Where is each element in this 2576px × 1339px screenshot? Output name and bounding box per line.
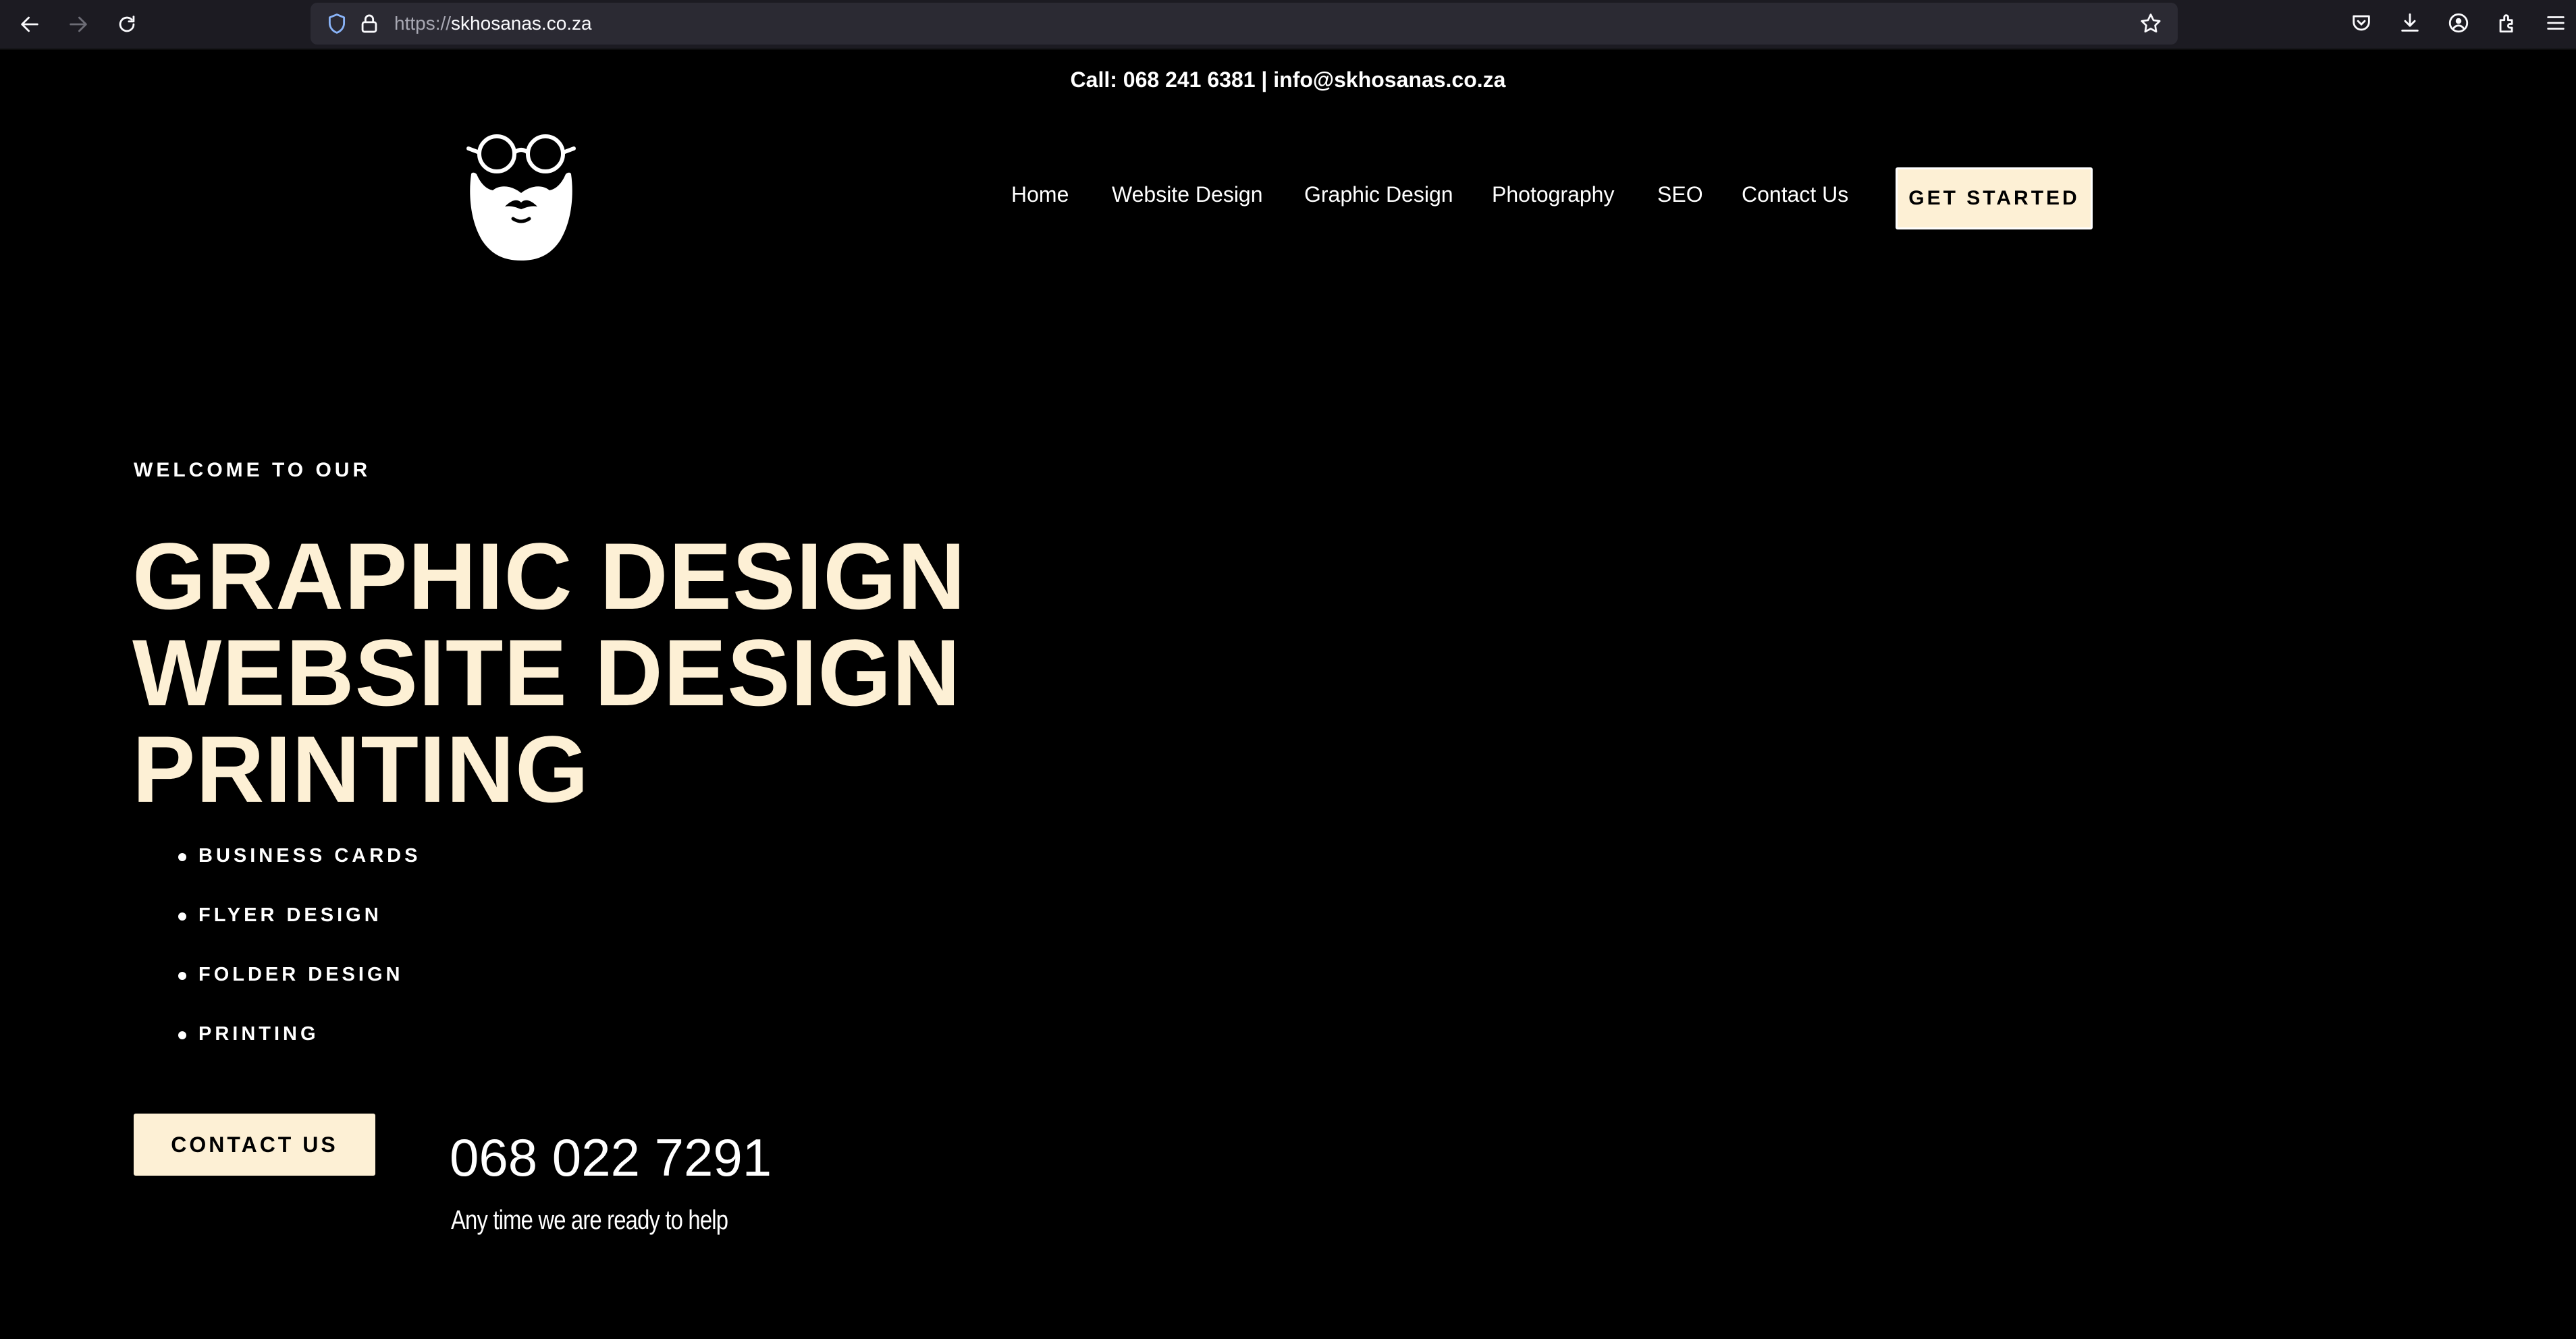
pocket-button[interactable] bbox=[2348, 9, 2375, 36]
bullet-icon bbox=[178, 853, 186, 861]
url-host: skhosanas.co.za bbox=[451, 13, 592, 34]
services-list: BUSINESS CARDS FLYER DESIGN FOLDER DESIG… bbox=[178, 845, 421, 1083]
reload-icon bbox=[119, 16, 135, 32]
contact-us-button[interactable]: CONTACT US bbox=[134, 1114, 375, 1176]
hero-phone-number[interactable]: 068 022 7291 bbox=[450, 1127, 772, 1188]
service-label: PRINTING bbox=[198, 1023, 319, 1045]
bearded-man-glasses-logo[interactable] bbox=[466, 132, 576, 261]
downloads-button[interactable] bbox=[2396, 9, 2423, 36]
menu-icon bbox=[2547, 16, 2565, 30]
nav-seo[interactable]: SEO bbox=[1657, 182, 1703, 207]
hero-eyebrow: WELCOME TO OUR bbox=[134, 459, 371, 481]
header-contact-line: Call: 068 241 6381 | info@skhosanas.co.z… bbox=[1070, 67, 1506, 92]
nav-photography[interactable]: Photography bbox=[1492, 182, 1614, 207]
account-button[interactable] bbox=[2445, 9, 2472, 36]
nav-graphic-design[interactable]: Graphic Design bbox=[1304, 182, 1453, 207]
forward-button[interactable] bbox=[61, 7, 96, 42]
shield-icon[interactable] bbox=[325, 12, 348, 35]
hero-phone-caption: Any time we are ready to help bbox=[451, 1205, 728, 1235]
list-item: BUSINESS CARDS bbox=[178, 845, 421, 904]
pocket-icon bbox=[2353, 15, 2370, 31]
service-label: FLYER DESIGN bbox=[198, 904, 382, 926]
lock-icon[interactable] bbox=[358, 12, 381, 35]
download-icon bbox=[2401, 13, 2419, 32]
account-icon bbox=[2448, 13, 2469, 33]
extensions-icon bbox=[2499, 14, 2513, 33]
extensions-button[interactable] bbox=[2494, 9, 2521, 36]
service-label: FOLDER DESIGN bbox=[198, 964, 404, 985]
nav-contact-us[interactable]: Contact Us bbox=[1742, 182, 1848, 207]
forward-arrow-icon bbox=[70, 16, 87, 32]
address-bar[interactable]: https://skhosanas.co.za bbox=[311, 3, 2178, 45]
headline-line-printing: PRINTING bbox=[132, 716, 589, 822]
headline-line-graphic-design: GRAPHIC DESIGN bbox=[132, 523, 967, 629]
hero-headline: GRAPHIC DESIGN WEBSITE DESIGN PRINTING bbox=[132, 528, 966, 817]
back-arrow-icon bbox=[21, 16, 38, 32]
list-item: FOLDER DESIGN bbox=[178, 964, 421, 1023]
url-text[interactable]: https://skhosanas.co.za bbox=[394, 11, 592, 36]
service-label: BUSINESS CARDS bbox=[198, 845, 421, 867]
browser-toolbar: https://skhosanas.co.za bbox=[0, 0, 2576, 50]
list-item: FLYER DESIGN bbox=[178, 904, 421, 964]
bullet-icon bbox=[178, 1031, 186, 1039]
reload-button[interactable] bbox=[109, 7, 144, 42]
back-button[interactable] bbox=[12, 7, 47, 42]
star-icon[interactable] bbox=[2139, 11, 2163, 36]
bullet-icon bbox=[178, 972, 186, 980]
get-started-button[interactable]: GET STARTED bbox=[1896, 167, 2093, 229]
menu-button[interactable] bbox=[2542, 9, 2569, 36]
nav-website-design[interactable]: Website Design bbox=[1112, 182, 1263, 207]
list-item: PRINTING bbox=[178, 1023, 421, 1083]
bullet-icon bbox=[178, 912, 186, 921]
headline-line-website-design: WEBSITE DESIGN bbox=[132, 620, 961, 726]
url-scheme: https:// bbox=[394, 13, 452, 34]
nav-home[interactable]: Home bbox=[1011, 182, 1069, 207]
